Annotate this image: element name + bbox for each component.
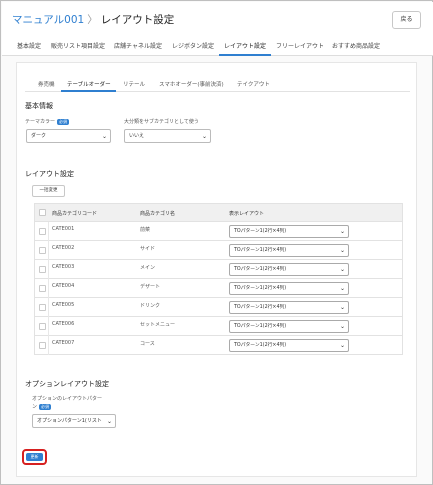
tab-layout-settings[interactable]: レイアウト設定	[224, 41, 266, 50]
row-checkbox[interactable]	[39, 285, 46, 292]
subtab-retail[interactable]: リテール	[123, 80, 145, 88]
save-button[interactable]: 更新	[26, 453, 43, 461]
page-header: マニュアル001 〉レイアウト設定 戻る	[2, 2, 433, 36]
option-layout-label-cont: ン必須	[32, 403, 52, 410]
table-row: CATE004 デザート TOパターン1(2行×4列) ⌄	[34, 279, 403, 298]
row-code: CATE004	[52, 283, 75, 289]
page-title: レイアウト設定	[100, 14, 175, 26]
breadcrumb-separator-icon: 〉	[87, 14, 98, 26]
column-header-code: 商品カテゴリコード	[52, 211, 98, 217]
select-all-checkbox[interactable]	[39, 209, 46, 216]
row-code: CATE007	[52, 340, 75, 346]
theme-color-label: テーマカラー 必須	[25, 118, 70, 125]
subcategory-select[interactable]: いいえ ⌄	[124, 129, 211, 143]
layout-settings-card: 券売機 テーブルオーダー リテール スマホオーダー(事前決済) テイクアウト 基…	[16, 62, 417, 477]
row-name: サイド	[140, 246, 156, 252]
row-code: CATE003	[52, 264, 75, 270]
breadcrumb: マニュアル001 〉レイアウト設定	[12, 12, 174, 27]
chevron-down-icon: ⌄	[106, 418, 112, 425]
column-divider	[48, 317, 49, 336]
option-layout-select[interactable]: オプションパターン1(リスト ⌄	[32, 414, 116, 428]
tab-recommended-items[interactable]: おすすめ商品設定	[332, 41, 380, 50]
row-code: CATE006	[52, 321, 75, 327]
window-frame: マニュアル001 〉レイアウト設定 戻る 基本設定 販売リスト項目設定 店舗チャネ…	[0, 0, 433, 485]
layout-select[interactable]: TOパターン1(2行×4列) ⌄	[229, 225, 349, 238]
column-divider	[48, 260, 49, 279]
row-name: セットメニュー	[140, 322, 176, 328]
layout-select[interactable]: TOパターン1(2行×4列) ⌄	[229, 282, 349, 295]
chevron-down-icon: ⌄	[339, 247, 345, 254]
row-code: CATE005	[52, 302, 75, 308]
table-row: CATE001 前菜 TOパターン1(2行×4列) ⌄	[34, 222, 403, 241]
table-row: CATE007 コース TOパターン1(2行×4列) ⌄	[34, 336, 403, 355]
layout-select[interactable]: TOパターン1(2行×4列) ⌄	[229, 263, 349, 276]
column-divider	[48, 241, 49, 260]
chevron-down-icon: ⌄	[339, 285, 345, 292]
option-layout-label: オプションのレイアウトパター	[32, 396, 103, 402]
bulk-change-button[interactable]: 一括変更	[32, 185, 65, 197]
layout-select[interactable]: TOパターン1(2行×4列) ⌄	[229, 320, 349, 333]
column-divider	[48, 298, 49, 317]
row-name: 前菜	[140, 227, 151, 233]
row-checkbox[interactable]	[39, 342, 46, 349]
table-header: 商品カテゴリコード 商品カテゴリ名 表示レイアウト	[34, 203, 403, 222]
table-row: CATE006 セットメニュー TOパターン1(2行×4列) ⌄	[34, 317, 403, 336]
row-checkbox[interactable]	[39, 304, 46, 311]
row-code: CATE002	[52, 245, 75, 251]
table-row: CATE002 サイド TOパターン1(2行×4列) ⌄	[34, 241, 403, 260]
back-button[interactable]: 戻る	[392, 11, 421, 29]
chevron-down-icon: ⌄	[339, 323, 345, 330]
chevron-down-icon: ⌄	[339, 228, 345, 235]
save-button-highlight: 更新	[22, 449, 47, 465]
option-layout-title: オプションレイアウト設定	[25, 380, 109, 388]
row-code: CATE001	[52, 226, 75, 232]
column-header-name: 商品カテゴリ名	[140, 211, 176, 217]
column-divider	[48, 279, 49, 298]
row-name: コース	[140, 341, 155, 347]
basic-info-title: 基本情報	[25, 102, 53, 110]
row-checkbox[interactable]	[39, 228, 46, 235]
row-name: メイン	[140, 265, 156, 271]
column-header-layout: 表示レイアウト	[229, 211, 265, 217]
tab-store-channel[interactable]: 店舗チャネル設定	[114, 41, 162, 50]
active-tab-indicator	[219, 54, 271, 56]
chevron-down-icon: ⌄	[339, 266, 345, 273]
layout-select[interactable]: TOパターン1(2行×4列) ⌄	[229, 301, 349, 314]
tab-register-buttons[interactable]: レジボタン設定	[172, 41, 214, 50]
theme-color-select[interactable]: ダーク ⌄	[26, 129, 111, 143]
chevron-down-icon: ⌄	[339, 342, 345, 349]
table-row: CATE003 メイン TOパターン1(2行×4列) ⌄	[34, 260, 403, 279]
layout-select[interactable]: TOパターン1(2行×4列) ⌄	[229, 244, 349, 257]
subtab-table-order[interactable]: テーブルオーダー	[67, 80, 111, 88]
row-name: デザート	[140, 284, 161, 290]
row-checkbox[interactable]	[39, 247, 46, 254]
subtab-takeout[interactable]: テイクアウト	[237, 80, 270, 88]
chevron-down-icon: ⌄	[339, 304, 345, 311]
table-row: CATE005 ドリンク TOパターン1(2行×4列) ⌄	[34, 298, 403, 317]
layout-settings-title: レイアウト設定	[25, 170, 74, 178]
required-badge: 必須	[57, 118, 70, 125]
row-checkbox[interactable]	[39, 323, 46, 330]
settings-tabs: 基本設定 販売リスト項目設定 店舗チャネル設定 レジボタン設定 レイアウト設定 …	[2, 36, 433, 56]
tab-sales-list-items[interactable]: 販売リスト項目設定	[51, 41, 105, 50]
column-divider	[48, 222, 49, 241]
subtab-smartphone-order[interactable]: スマホオーダー(事前決済)	[159, 80, 224, 88]
tab-basic-settings[interactable]: 基本設定	[17, 41, 41, 50]
row-checkbox[interactable]	[39, 266, 46, 273]
required-badge: 必須	[39, 403, 52, 410]
tab-free-layout[interactable]: フリーレイアウト	[276, 41, 324, 50]
row-name: ドリンク	[140, 303, 161, 309]
chevron-down-icon: ⌄	[101, 133, 107, 140]
layout-select[interactable]: TOパターン1(2行×4列) ⌄	[229, 339, 349, 352]
active-subtab-indicator	[61, 90, 116, 92]
breadcrumb-link[interactable]: マニュアル001	[12, 14, 84, 26]
subcategory-label: 大分類をサブカテゴリとして使う	[124, 119, 199, 125]
chevron-down-icon: ⌄	[201, 133, 207, 140]
column-divider	[48, 336, 49, 355]
subtab-ticket-machine[interactable]: 券売機	[38, 80, 55, 88]
